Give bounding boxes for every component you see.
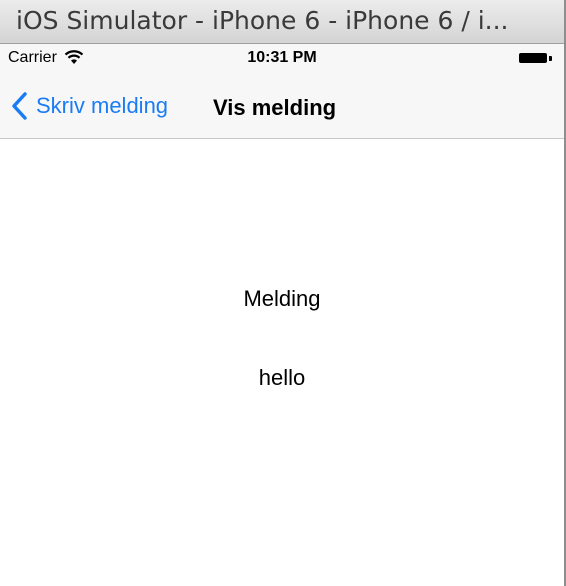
nav-title: Vis melding	[213, 95, 337, 120]
status-bar: Carrier 10:31 PM	[0, 44, 564, 72]
status-time: 10:31 PM	[247, 49, 317, 66]
window-title: iOS Simulator - iPhone 6 - iPhone 6 / i.…	[16, 6, 509, 35]
simulator-window: iOS Simulator - iPhone 6 - iPhone 6 / i.…	[0, 0, 566, 586]
battery-tip	[549, 56, 552, 61]
message-text: hello	[258, 365, 306, 390]
chevron-left-icon	[12, 92, 27, 120]
message-heading: Melding	[243, 286, 321, 311]
back-button[interactable]: Skriv melding	[10, 90, 168, 122]
battery-icon	[519, 53, 547, 63]
navigation-bar: Skriv melding Vis melding	[0, 72, 564, 139]
back-button-label: Skriv melding	[36, 93, 169, 118]
window-titlebar[interactable]: iOS Simulator - iPhone 6 - iPhone 6 / i.…	[0, 0, 564, 44]
